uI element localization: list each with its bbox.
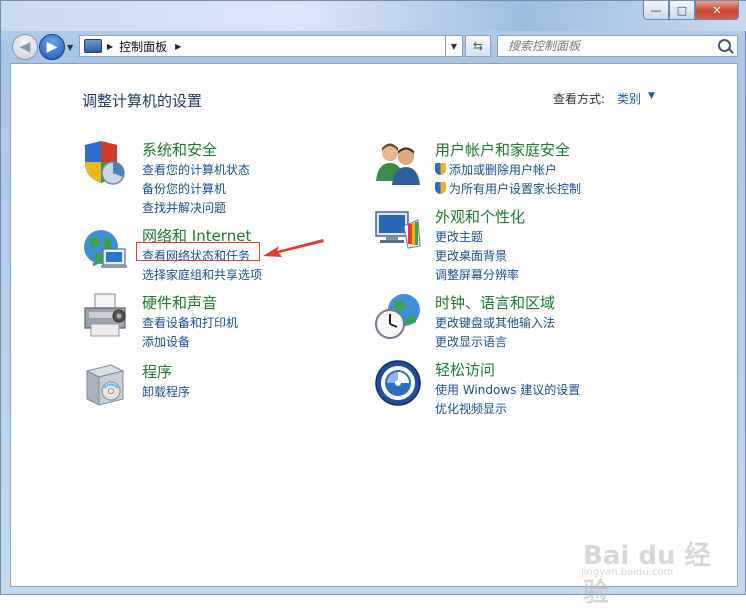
- search-input[interactable]: [506, 38, 710, 54]
- breadcrumb-chevron-icon[interactable]: ▶: [175, 42, 181, 51]
- category-title[interactable]: 时钟、语言和区域: [435, 292, 555, 313]
- category-title[interactable]: 硬件和声音: [142, 292, 217, 313]
- category-title[interactable]: 程序: [142, 361, 172, 382]
- ease-of-access-icon[interactable]: [374, 359, 422, 407]
- programs-box-icon[interactable]: [81, 361, 129, 409]
- breadcrumb-chevron-icon[interactable]: ▶: [107, 42, 113, 51]
- clock-globe-icon[interactable]: [374, 292, 422, 340]
- refresh-button[interactable]: ⇆: [465, 35, 491, 57]
- link-view-computer-status[interactable]: 查看您的计算机状态: [142, 161, 250, 178]
- link-text: 添加或删除用户帐户: [449, 163, 558, 177]
- arrow-right-icon: ▶: [46, 39, 58, 55]
- users-icon[interactable]: [374, 139, 422, 187]
- refresh-icon: ⇆: [472, 39, 484, 53]
- category-programs: 程序 卸载程序: [81, 361, 331, 406]
- view-by-dropdown[interactable]: 类别: [617, 90, 641, 107]
- search-box[interactable]: [497, 35, 738, 57]
- category-clock: 时钟、语言和区域 更改键盘或其他输入法 更改显示语言: [374, 292, 674, 349]
- link-text: 为所有用户设置家长控制: [449, 182, 582, 196]
- annotation-highlight-box: [136, 242, 260, 261]
- close-button[interactable]: ✕: [695, 1, 739, 20]
- page-title: 调整计算机的设置: [82, 92, 203, 110]
- shield-chart-icon[interactable]: [81, 139, 129, 187]
- category-appearance: 外观和个性化 更改主题 更改桌面背景 调整屏幕分辨率: [374, 206, 674, 282]
- title-bar[interactable]: [1, 1, 746, 31]
- link-uninstall-program[interactable]: 卸载程序: [142, 383, 190, 400]
- category-system-security: 系统和安全 查看您的计算机状态 备份您的计算机 查找并解决问题: [81, 139, 331, 215]
- address-bar[interactable]: ▶ 控制面板 ▶: [79, 35, 461, 57]
- link-optimize-display[interactable]: 优化视频显示: [435, 400, 507, 417]
- navigation-bar: ◀ ▶ ▼ ▶ 控制面板 ▶ ▼ ⇆: [1, 31, 746, 61]
- maximize-button[interactable]: □: [669, 1, 695, 20]
- chevron-down-icon[interactable]: ▼: [648, 91, 655, 101]
- link-change-background[interactable]: 更改桌面背景: [435, 247, 507, 264]
- annotation-arrow-icon: [263, 239, 324, 257]
- recent-pages-dropdown[interactable]: ▼: [67, 43, 73, 52]
- caption-buttons: — □ ✕: [643, 1, 739, 21]
- control-panel-icon: [84, 39, 102, 53]
- breadcrumb-control-panel[interactable]: 控制面板: [119, 38, 167, 55]
- link-devices-printers[interactable]: 查看设备和打印机: [142, 314, 238, 331]
- printer-icon[interactable]: [81, 292, 129, 340]
- watermark-url: jingyan.baidu.com: [581, 567, 674, 578]
- minimize-button[interactable]: —: [643, 1, 669, 20]
- window-frame: — □ ✕ ◀ ▶ ▼ ▶ 控制面板 ▶ ▼ ⇆ 调整计算机的设置 查看方式: …: [0, 0, 746, 608]
- arrow-left-icon: ◀: [19, 39, 31, 55]
- back-button[interactable]: ◀: [12, 34, 38, 60]
- link-homegroup-sharing[interactable]: 选择家庭组和共享选项: [142, 266, 262, 283]
- category-title[interactable]: 轻松访问: [435, 359, 495, 380]
- content-pane: 调整计算机的设置 查看方式: 类别 ▼ 系统和安全 查看您的计算机状态 备份您的…: [10, 63, 738, 608]
- uac-shield-icon: [435, 163, 446, 175]
- category-title[interactable]: 用户帐户和家庭安全: [435, 139, 570, 160]
- uac-shield-icon: [435, 182, 446, 194]
- link-recommended-settings[interactable]: 使用 Windows 建议的设置: [435, 381, 580, 398]
- address-dropdown-button[interactable]: ▼: [445, 35, 463, 57]
- link-parental-controls[interactable]: 为所有用户设置家长控制: [435, 180, 581, 197]
- forward-button[interactable]: ▶: [39, 34, 65, 60]
- category-user-accounts: 用户帐户和家庭安全 添加或删除用户帐户 为所有用户设置家长控制: [374, 139, 674, 197]
- category-title[interactable]: 外观和个性化: [435, 206, 525, 227]
- category-title[interactable]: 系统和安全: [142, 139, 217, 160]
- category-hardware: 硬件和声音 查看设备和打印机 添加设备: [81, 292, 331, 349]
- monitor-palette-icon[interactable]: [374, 206, 422, 254]
- link-backup-computer[interactable]: 备份您的计算机: [142, 180, 226, 197]
- search-icon[interactable]: [718, 39, 731, 52]
- link-add-remove-accounts[interactable]: 添加或删除用户帐户: [435, 161, 557, 178]
- link-change-theme[interactable]: 更改主题: [435, 228, 483, 245]
- watermark: Bai du 经验 jingyan.baidu.com: [571, 519, 721, 608]
- globe-network-icon[interactable]: [81, 225, 129, 273]
- link-change-display-language[interactable]: 更改显示语言: [435, 333, 507, 350]
- link-find-fix-problems[interactable]: 查找并解决问题: [142, 199, 226, 216]
- link-screen-resolution[interactable]: 调整屏幕分辨率: [435, 266, 519, 283]
- view-by-label: 查看方式:: [553, 92, 606, 106]
- link-add-device[interactable]: 添加设备: [142, 333, 190, 350]
- link-change-input-method[interactable]: 更改键盘或其他输入法: [435, 314, 555, 331]
- category-ease-of-access: 轻松访问 使用 Windows 建议的设置 优化视频显示: [374, 359, 674, 417]
